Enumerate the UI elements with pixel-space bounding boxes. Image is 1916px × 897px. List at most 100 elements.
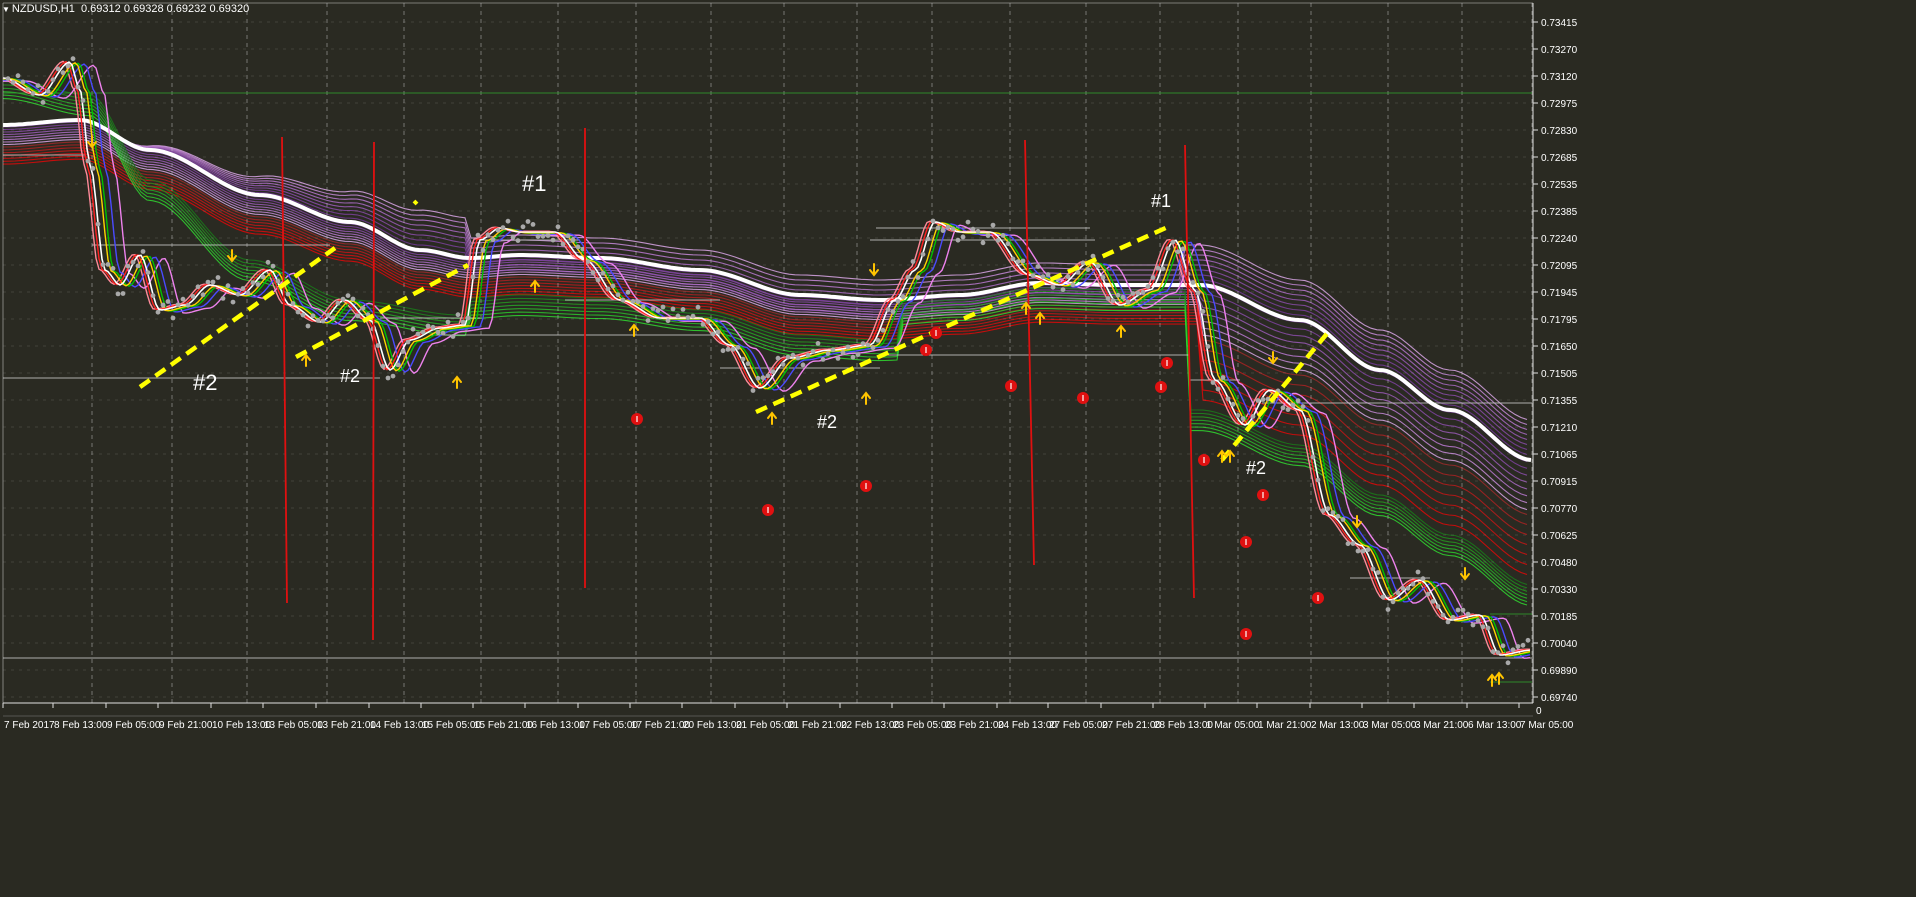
price-dot xyxy=(1375,570,1381,575)
price-dot xyxy=(350,296,356,302)
price-dot xyxy=(1225,396,1231,402)
symbol-info-bar: ▼ NZDUSD,H1 0.69312 0.69328 0.69232 0.693… xyxy=(2,3,249,15)
price-dot xyxy=(20,79,26,85)
price-dot xyxy=(1445,619,1451,625)
price-dot xyxy=(515,238,521,244)
price-dot xyxy=(815,341,821,346)
triangle-down-icon[interactable]: ▼ xyxy=(2,5,10,14)
time-tick-label: 28 Feb 13:00 xyxy=(1154,720,1213,731)
price-dot xyxy=(790,352,796,358)
red-band-2 xyxy=(2,147,1528,536)
price-dot xyxy=(1360,548,1366,554)
up-arrow-icon xyxy=(629,323,639,337)
price-dot xyxy=(1330,510,1336,515)
price-dot xyxy=(1170,239,1176,245)
price-dot xyxy=(880,327,886,333)
time-tick-label: 6 Mar 13:00 xyxy=(1468,720,1522,731)
price-dot xyxy=(640,304,646,309)
price-dot xyxy=(225,283,231,289)
vertical-marker-3 xyxy=(1024,139,1035,566)
price-dot xyxy=(820,357,826,362)
price-dot xyxy=(120,291,126,296)
price-dot xyxy=(625,289,631,295)
price-dot xyxy=(1165,246,1171,252)
price-dot xyxy=(675,313,681,319)
price-dot xyxy=(1415,569,1421,575)
price-dot xyxy=(925,236,931,242)
price-dot xyxy=(205,279,211,285)
price-dot xyxy=(735,345,741,350)
price-dot xyxy=(45,88,51,94)
price-dot xyxy=(1280,405,1286,411)
price-dot xyxy=(385,375,391,381)
price-dot xyxy=(1070,282,1076,288)
price-dot xyxy=(435,329,441,335)
time-tick-label: 7 Mar 05:00 xyxy=(1520,720,1574,731)
price-dot xyxy=(550,237,556,243)
price-dot xyxy=(1315,477,1321,483)
price-dot xyxy=(955,237,961,243)
price-dot xyxy=(1035,264,1041,269)
price-dot xyxy=(615,292,621,298)
price-tick-label: 0.72095 xyxy=(1541,261,1578,272)
price-dot xyxy=(495,227,501,233)
price-dot xyxy=(305,323,311,329)
price-dot xyxy=(90,166,96,171)
time-axis-panel xyxy=(0,704,1916,897)
price-dot xyxy=(555,224,561,230)
price-dot xyxy=(1320,508,1326,514)
price-dot xyxy=(695,304,701,310)
price-dot xyxy=(315,318,321,323)
annotation-label: #1 xyxy=(1151,191,1171,211)
price-dot xyxy=(985,233,991,238)
price-dot xyxy=(1435,604,1441,609)
price-dot xyxy=(65,63,71,69)
price-dot xyxy=(1045,272,1051,277)
price-dot xyxy=(125,263,131,269)
price-dot xyxy=(455,312,461,318)
price-chart[interactable]: #2 #2 #1 #2 #1 #2 0.73415 0.73270 0.73120 0.7297… xyxy=(0,0,1916,897)
price-dot xyxy=(1190,280,1196,285)
price-tick-label: 0.71505 xyxy=(1541,369,1578,380)
price-dot xyxy=(235,291,241,297)
price-dot xyxy=(275,278,281,284)
price-dot xyxy=(345,293,351,298)
price-dot xyxy=(1220,375,1226,380)
up-arrow-icon xyxy=(301,353,311,367)
price-dot xyxy=(1390,599,1396,605)
price-dot xyxy=(1000,233,1006,238)
price-dot xyxy=(1175,249,1181,255)
price-dot xyxy=(1495,650,1501,655)
price-tick-label: 0.71795 xyxy=(1541,315,1578,326)
trend-tick xyxy=(412,199,419,206)
price-dot xyxy=(330,315,336,321)
price-dot xyxy=(1140,289,1146,295)
price-dot xyxy=(870,345,876,351)
price-dot xyxy=(265,259,271,265)
chart-area[interactable]: #2 #2 #1 #2 #1 #2 0.73415 0.73270 0.73120 0.7297… xyxy=(0,0,1916,897)
price-dot xyxy=(430,324,436,330)
price-dot xyxy=(1010,256,1016,262)
price-dot xyxy=(255,282,261,287)
price-dot xyxy=(630,298,636,304)
price-dot xyxy=(1230,401,1236,407)
moving-averages-layer xyxy=(2,60,1532,659)
price-dot xyxy=(1250,414,1256,419)
time-tick-label: 7 Feb 2017 xyxy=(4,720,55,731)
price-dot xyxy=(920,251,926,257)
price-dot xyxy=(1395,590,1401,596)
price-dot xyxy=(340,296,346,302)
price-dot xyxy=(690,313,696,319)
price-dot xyxy=(565,233,571,239)
price-tick-label: 0.70915 xyxy=(1541,477,1578,488)
price-dot xyxy=(1115,292,1121,298)
price-dot xyxy=(1075,269,1081,275)
price-dot xyxy=(1130,291,1136,296)
price-dot xyxy=(1195,290,1201,296)
price-dot xyxy=(860,341,866,346)
price-dot xyxy=(395,362,401,368)
price-dot xyxy=(980,240,986,246)
price-dot xyxy=(60,70,66,76)
price-dot xyxy=(620,297,626,303)
price-dot xyxy=(545,233,551,238)
